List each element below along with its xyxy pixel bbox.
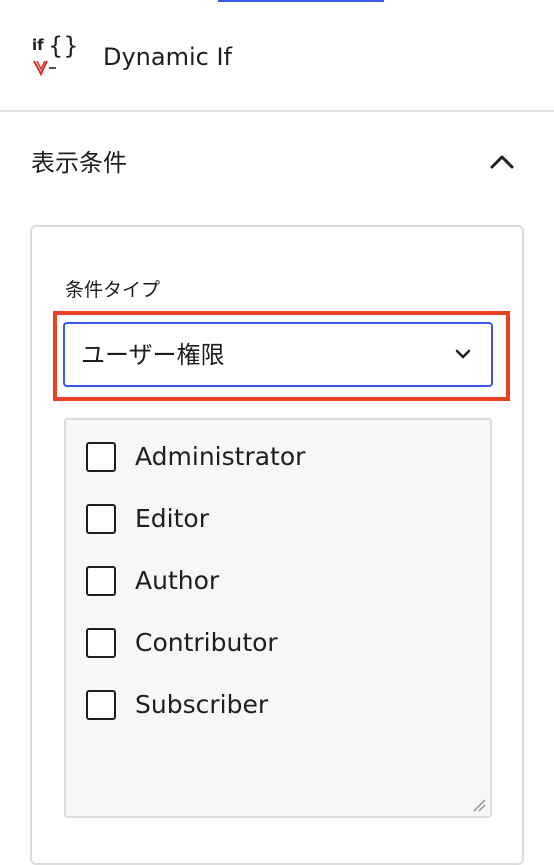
user-roles-list[interactable]: Administrator Editor Author Contributor … — [64, 418, 492, 818]
role-label: Administrator — [135, 442, 306, 471]
role-label: Editor — [135, 504, 209, 533]
checkbox[interactable] — [86, 566, 116, 596]
role-label: Author — [135, 566, 220, 595]
block-title: Dynamic If — [103, 43, 232, 71]
svg-text:if: if — [32, 36, 44, 54]
role-label: Subscriber — [135, 690, 269, 719]
checkbox[interactable] — [86, 690, 116, 720]
panel-toggle-display-conditions[interactable]: 表示条件 — [0, 112, 554, 212]
svg-text:{}: {} — [48, 32, 78, 60]
resize-handle-icon[interactable] — [472, 798, 486, 812]
dynamic-if-logo-icon: if {} — [32, 32, 78, 77]
condition-type-select[interactable]: ユーザー権限 — [63, 322, 493, 387]
role-label: Contributor — [135, 628, 278, 657]
condition-type-selected-value: ユーザー権限 — [81, 341, 225, 369]
checkbox[interactable] — [86, 504, 116, 534]
chevron-up-icon — [490, 155, 514, 169]
checkbox[interactable] — [86, 442, 116, 472]
chevron-down-icon — [455, 349, 471, 359]
block-card: if {} Dynamic If — [0, 0, 554, 112]
checkbox[interactable] — [86, 628, 116, 658]
condition-type-label: 条件タイプ — [65, 279, 161, 301]
panel-title: 表示条件 — [31, 149, 127, 177]
